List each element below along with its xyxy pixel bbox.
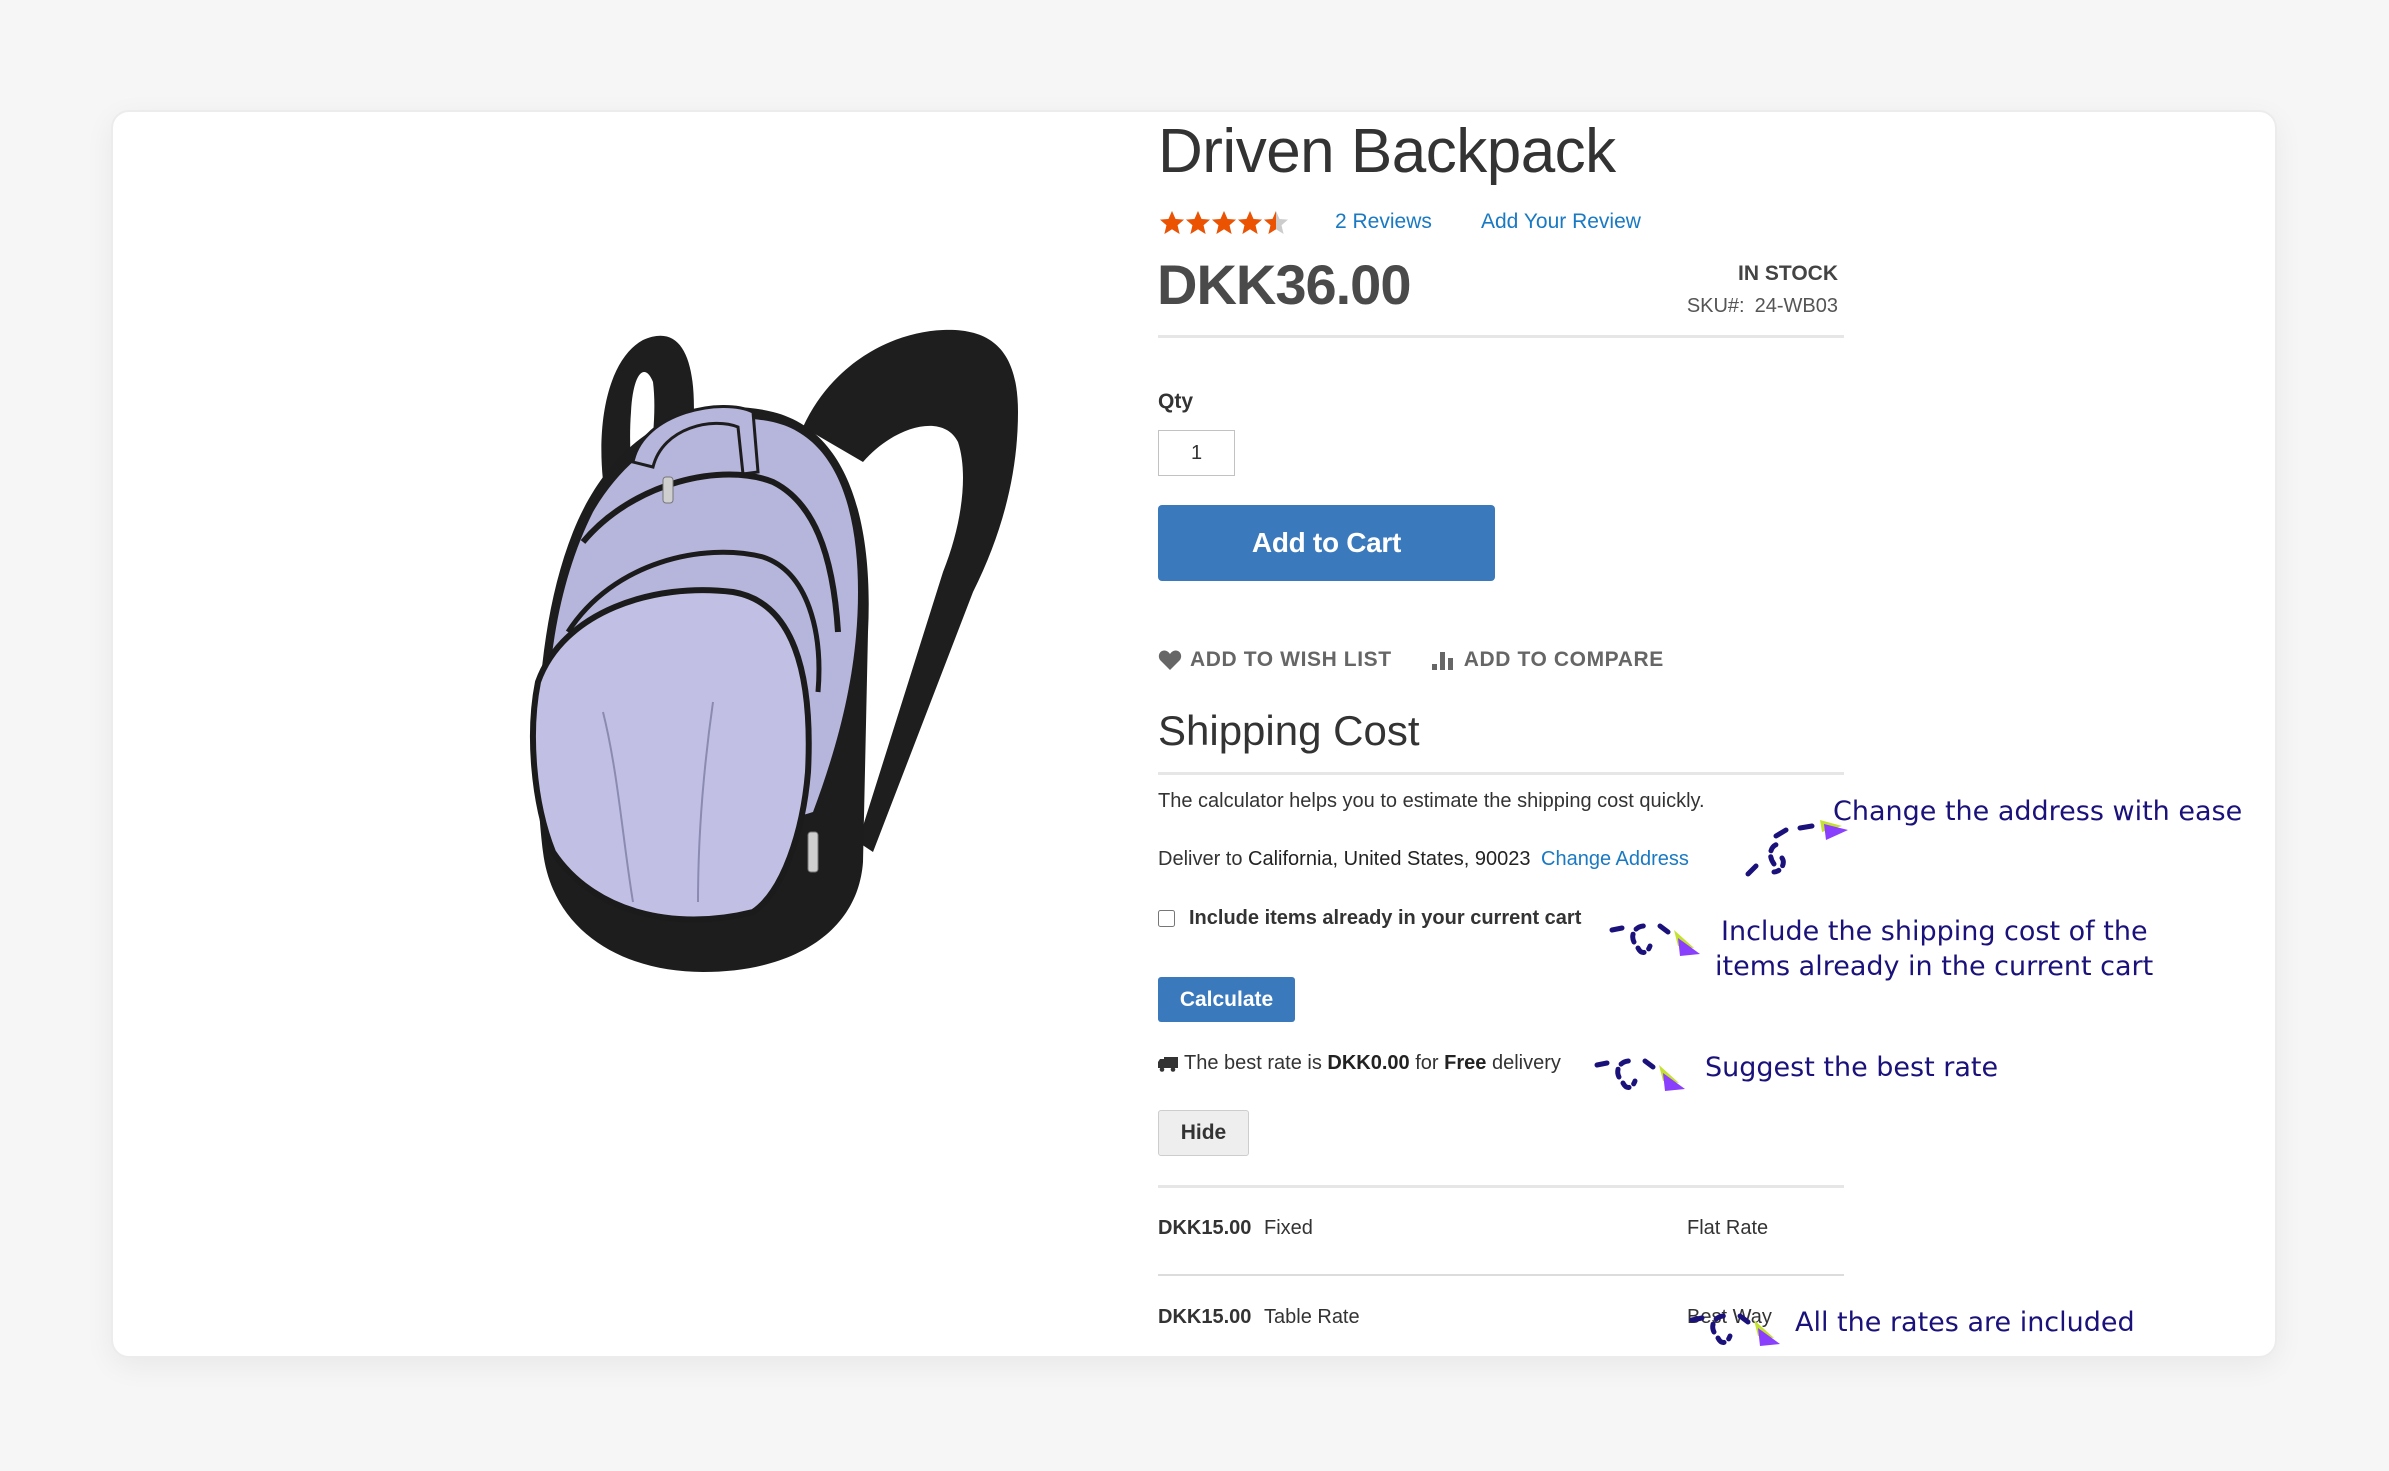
product-price: DKK36.00 [1157,253,1411,316]
include-cart-label: Include items already in your current ca… [1189,907,1582,929]
rate-amount: DKK15.00 [1158,1306,1252,1328]
shipping-cost-heading: Shipping Cost [1158,707,1420,754]
include-cart-checkbox[interactable] [1158,910,1175,927]
truck-icon [1158,1056,1178,1072]
best-rate-suffix: delivery [1491,1052,1561,1074]
include-cart-option[interactable]: Include items already in your current ca… [1158,907,1581,930]
sku: SKU#: 24-WB03 [1687,295,1838,318]
annotation-all-rates: All the rates are included [1795,1307,2135,1338]
deliver-location: California, United States, 90023 [1248,848,1531,870]
product-title: Driven Backpack [1158,117,1616,186]
product-image[interactable] [473,212,1133,1032]
deliver-to: Deliver to California, United States, 90… [1158,848,1689,871]
rate-amount: DKK15.00 [1158,1217,1252,1239]
rating-stars[interactable] [1159,210,1289,236]
annotation-arrow-icon [1689,1313,1780,1346]
rate-row: DKK15.00 Fixed Flat Rate [1158,1217,1844,1247]
product-card: Driven Backpack 2 Reviews Add Your Revie… [111,110,2277,1358]
star-icon [1159,210,1185,236]
rates-top-divider [1158,1185,1844,1188]
star-icon [1237,210,1263,236]
annotation-include-cart-line1: Include the shipping cost of the [1721,916,2148,947]
annotation-include-cart: Include the shipping cost of the items a… [1715,914,2153,984]
heart-icon [1158,650,1182,670]
change-address-link[interactable]: Change Address [1541,848,1689,870]
reviews-link[interactable]: 2 Reviews [1335,210,1432,234]
rate-carrier: Table Rate [1264,1306,1360,1328]
qty-input[interactable] [1158,430,1235,476]
annotation-change-address: Change the address with ease [1833,796,2243,827]
star-icon [1263,210,1289,236]
star-icon [1185,210,1211,236]
add-to-compare-link[interactable]: ADD TO COMPARE [1431,648,1664,672]
best-rate-prefix: The best rate is [1184,1052,1322,1074]
price-divider [1158,335,1844,338]
stock-status: IN STOCK [1738,262,1838,285]
add-to-cart-button[interactable]: Add to Cart [1158,505,1495,581]
add-review-link[interactable]: Add Your Review [1481,210,1641,234]
hide-rates-button[interactable]: Hide [1158,1110,1249,1156]
rate-method: Flat Rate [1687,1217,1769,1239]
calculate-button[interactable]: Calculate [1158,977,1295,1022]
sku-label: SKU#: [1686,295,1745,317]
annotation-arrow-icon [1594,1058,1685,1091]
rates-row-divider [1158,1274,1844,1276]
shipping-description: The calculator helps you to estimate the… [1158,790,1705,812]
backpack-illustration [530,329,1018,972]
star-icon [1211,210,1237,236]
best-rate-method: Free [1444,1052,1487,1074]
sku-value: 24-WB03 [1754,295,1838,317]
best-rate-amount: DKK0.00 [1327,1052,1410,1074]
rate-carrier: Fixed [1264,1217,1313,1239]
shipping-divider [1158,772,1844,775]
best-rate-for: for [1415,1052,1439,1074]
best-rate: The best rate is DKK0.00 for Free delive… [1158,1052,1561,1075]
compare-chart-icon [1431,652,1453,670]
wishlist-label: ADD TO WISH LIST [1190,648,1392,671]
annotation-arrow-icon [1609,923,1700,956]
compare-label: ADD TO COMPARE [1463,648,1664,671]
product-actions: ADD TO WISH LIST ADD TO COMPARE [1158,648,1664,672]
add-to-wishlist-link[interactable]: ADD TO WISH LIST [1158,648,1392,672]
qty-label: Qty [1158,390,1194,413]
annotation-include-cart-line2: items already in the current cart [1715,951,2154,983]
annotation-best-rate: Suggest the best rate [1705,1052,1999,1083]
deliver-prefix: Deliver to [1158,848,1243,870]
